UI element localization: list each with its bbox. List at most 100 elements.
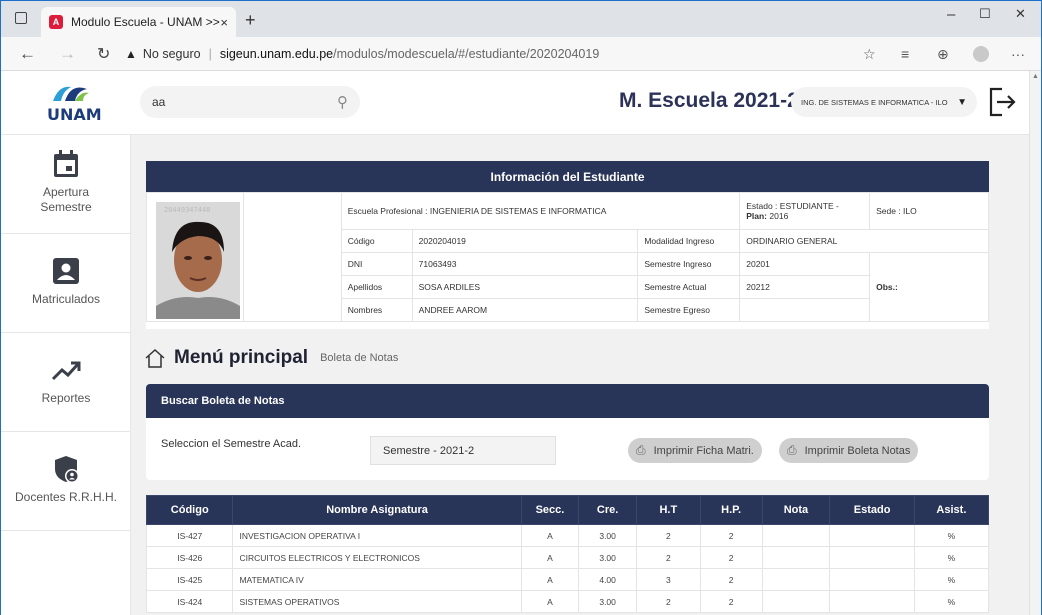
profile-avatar[interactable] bbox=[973, 46, 989, 62]
sidebar-item-label: Reportes bbox=[41, 391, 91, 405]
cell-ht: 2 bbox=[635, 524, 701, 547]
photo-blank-cell bbox=[242, 192, 342, 322]
main-content: Información del Estudiante Escuela Profe… bbox=[131, 135, 1029, 615]
tab-close-icon[interactable]: × bbox=[220, 15, 228, 30]
cell-cre: 3.00 bbox=[578, 590, 637, 613]
angular-favicon-icon: A bbox=[49, 15, 63, 29]
col-estado[interactable]: Estado bbox=[829, 495, 915, 525]
cell-hp: 2 bbox=[699, 568, 763, 591]
favorite-add-icon[interactable]: ☆ bbox=[863, 46, 876, 63]
search-icon[interactable]: ⚲ bbox=[337, 93, 348, 111]
unam-logo[interactable]: UNAM bbox=[41, 83, 111, 129]
estado-cell: Estado : ESTUDIANTE - Plan: 2016 bbox=[739, 192, 871, 230]
printer-icon: ⎙ bbox=[787, 443, 797, 457]
home-icon[interactable] bbox=[144, 347, 166, 369]
menu-subtitle: Boleta de Notas bbox=[320, 352, 399, 364]
cell-codigo: IS-427 bbox=[145, 524, 234, 547]
app-header: UNAM aa ⚲ M. Escuela 2021-2 ING. DE SIST… bbox=[1, 71, 1029, 135]
browser-tab[interactable]: A Modulo Escuela - UNAM >> × bbox=[41, 7, 236, 37]
sidebar-item-label: Docentes R.R.H.H. bbox=[14, 490, 118, 504]
close-window-button[interactable]: ✕ bbox=[1015, 6, 1026, 22]
cell-codigo: IS-426 bbox=[145, 546, 234, 569]
nombres-label: Nombres bbox=[340, 298, 413, 322]
sidebar-item-label: Matriculados bbox=[31, 292, 101, 306]
sem-ingreso-value: 20201 bbox=[739, 252, 871, 276]
col-ht[interactable]: H.T bbox=[635, 495, 701, 525]
table-row[interactable]: IS-424 SISTEMAS OPERATIVOS A 3.00 2 2 % bbox=[145, 590, 990, 613]
buscar-boleta-card: Buscar Boleta de Notas Seleccion el Seme… bbox=[146, 384, 989, 480]
apellidos-value: SOSA ARDILES bbox=[411, 275, 639, 299]
minimize-button[interactable]: – bbox=[947, 6, 955, 23]
cell-hp: 2 bbox=[699, 524, 763, 547]
buscar-header: Buscar Boleta de Notas bbox=[146, 384, 989, 418]
reload-icon[interactable]: ↻ bbox=[97, 44, 110, 64]
scroll-up-icon[interactable]: ▲ bbox=[1032, 73, 1039, 80]
url-field[interactable]: ▲ No seguro | sigeun.unam.edu.pe /modulo… bbox=[125, 41, 825, 67]
web-page: UNAM aa ⚲ M. Escuela 2021-2 ING. DE SIST… bbox=[1, 71, 1029, 615]
print-ficha-label: Imprimir Ficha Matri. bbox=[653, 444, 754, 457]
menu-heading: Menú principal Boleta de Notas bbox=[144, 347, 398, 369]
codigo-value: 2020204019 bbox=[411, 229, 639, 253]
escuela-cell: Escuela Profesional : INGENIERIA DE SIST… bbox=[340, 192, 741, 230]
modalidad-value: ORDINARIO GENERAL bbox=[739, 229, 989, 253]
page-scrollbar[interactable]: ▲ bbox=[1029, 71, 1041, 615]
print-boleta-label: Imprimir Boleta Notas bbox=[804, 444, 911, 457]
cell-nombre: CIRCUITOS ELECTRICOS Y ELECTRONICOS bbox=[232, 546, 522, 569]
sidebar-item-reportes[interactable]: Reportes bbox=[1, 333, 131, 432]
favorites-icon[interactable]: ≡ bbox=[901, 46, 909, 62]
cell-estado bbox=[829, 568, 915, 591]
col-codigo[interactable]: Código bbox=[145, 495, 234, 525]
dni-value: 71063493 bbox=[411, 252, 639, 276]
col-asist[interactable]: Asist. bbox=[913, 495, 990, 525]
tab-actions-icon[interactable] bbox=[15, 12, 27, 24]
cell-nombre: INVESTIGACION OPERATIVA I bbox=[232, 524, 522, 547]
unam-logo-mark-icon bbox=[53, 86, 89, 101]
col-hp[interactable]: H.P. bbox=[699, 495, 763, 525]
menu-title: Menú principal bbox=[174, 347, 309, 368]
more-icon[interactable]: ··· bbox=[1011, 46, 1025, 62]
print-boleta-button[interactable]: ⎙ Imprimir Boleta Notas bbox=[779, 438, 919, 463]
cell-secc: A bbox=[520, 590, 580, 613]
col-nota[interactable]: Nota bbox=[761, 495, 831, 525]
sem-ingreso-label: Semestre Ingreso bbox=[637, 252, 741, 276]
cell-secc: A bbox=[520, 568, 580, 591]
sidebar: Apertura Semestre Matriculados Reportes bbox=[1, 135, 131, 615]
back-icon[interactable]: ← bbox=[19, 44, 36, 64]
url-domain: sigeun.unam.edu.pe bbox=[219, 47, 334, 61]
cell-secc: A bbox=[520, 546, 580, 569]
warning-icon: ▲ bbox=[125, 47, 137, 61]
logout-icon[interactable] bbox=[988, 86, 1016, 118]
cell-cre: 3.00 bbox=[578, 546, 637, 569]
cell-ht: 2 bbox=[635, 590, 701, 613]
new-tab-button[interactable]: + bbox=[245, 10, 256, 31]
trending-up-icon bbox=[51, 361, 81, 381]
search-input[interactable]: aa ⚲ bbox=[140, 86, 360, 118]
cell-estado bbox=[829, 590, 915, 613]
logo-text: UNAM bbox=[47, 105, 102, 124]
cell-secc: A bbox=[520, 524, 580, 547]
cell-estado bbox=[829, 546, 915, 569]
table-row[interactable]: IS-426 CIRCUITOS ELECTRICOS Y ELECTRONIC… bbox=[145, 546, 990, 569]
col-nombre[interactable]: Nombre Asignatura bbox=[232, 495, 522, 525]
col-cre[interactable]: Cre. bbox=[578, 495, 637, 525]
school-select[interactable]: ING. DE SISTEMAS E INFORMATICA - ILO ▼ bbox=[791, 87, 977, 117]
modalidad-label: Modalidad Ingreso bbox=[637, 229, 741, 253]
sidebar-item-docentes[interactable]: Docentes R.R.H.H. bbox=[1, 432, 131, 531]
cell-codigo: IS-425 bbox=[145, 568, 234, 591]
collections-icon[interactable]: ⊕ bbox=[937, 46, 949, 63]
semester-select[interactable]: Semestre - 2021-2 bbox=[370, 436, 556, 465]
print-ficha-button[interactable]: ⎙ Imprimir Ficha Matri. bbox=[628, 438, 762, 463]
table-row[interactable]: IS-425 MATEMATICA IV A 4.00 3 2 % bbox=[145, 568, 990, 591]
cell-cre: 4.00 bbox=[578, 568, 637, 591]
sem-egreso-label: Semestre Egreso bbox=[637, 298, 741, 322]
sidebar-item-apertura-semestre[interactable]: Apertura Semestre bbox=[1, 135, 131, 234]
sidebar-item-matriculados[interactable]: Matriculados bbox=[1, 234, 131, 333]
maximize-button[interactable]: ☐ bbox=[979, 6, 991, 22]
cell-codigo: IS-424 bbox=[145, 590, 234, 613]
table-row[interactable]: IS-427 INVESTIGACION OPERATIVA I A 3.00 … bbox=[145, 524, 990, 547]
browser-window: A Modulo Escuela - UNAM >> × + – ☐ ✕ ← →… bbox=[1, 1, 1041, 615]
calendar-icon bbox=[54, 150, 78, 177]
forward-icon[interactable]: → bbox=[59, 44, 76, 64]
cell-ht: 2 bbox=[635, 546, 701, 569]
col-secc[interactable]: Secc. bbox=[520, 495, 580, 525]
